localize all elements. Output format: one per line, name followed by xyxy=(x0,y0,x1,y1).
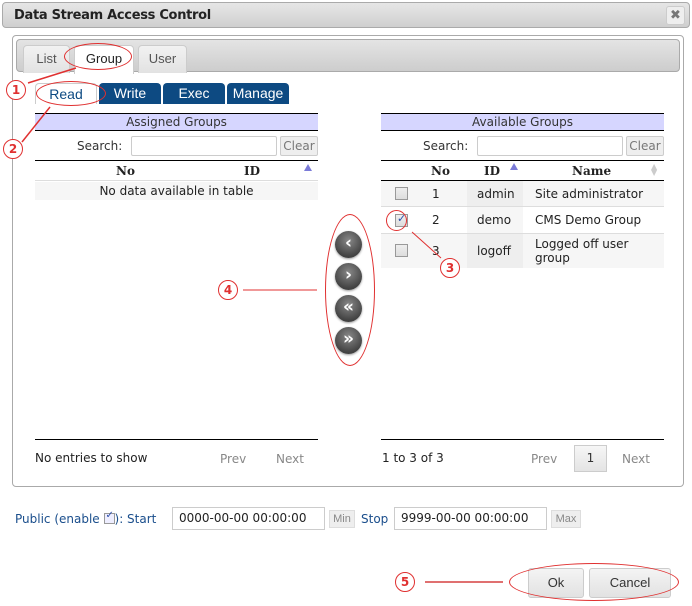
public-label-prefix: Public (enable xyxy=(15,512,100,526)
available-next-button[interactable]: Next xyxy=(622,452,650,466)
stop-datetime-input[interactable]: 9999-00-00 00:00:00 xyxy=(394,507,547,530)
divider xyxy=(35,180,318,181)
available-footer-info: 1 to 3 of 3 xyxy=(382,451,444,465)
divider xyxy=(35,160,318,161)
sort-asc-icon xyxy=(304,164,312,171)
assigned-clear-button[interactable]: Clear xyxy=(280,136,318,156)
row-name: Site administrator xyxy=(535,187,644,201)
available-clear-button[interactable]: Clear xyxy=(626,136,664,156)
available-prev-button[interactable]: Prev xyxy=(531,452,557,466)
table-row[interactable]: 1 admin Site administrator xyxy=(381,181,664,207)
available-search-input[interactable] xyxy=(477,136,623,156)
subtab-manage[interactable]: Manage xyxy=(227,83,289,104)
annotation-ellipse-group xyxy=(64,43,132,70)
row-name: Logged off user group xyxy=(535,237,629,265)
row-id: demo xyxy=(477,213,512,227)
public-enable-checkbox[interactable] xyxy=(103,510,115,524)
annotation-badge-2: 2 xyxy=(3,139,23,159)
assigned-search-input[interactable] xyxy=(131,136,277,156)
row-checkbox[interactable] xyxy=(395,244,408,257)
table-row[interactable]: 2 demo CMS Demo Group xyxy=(381,207,664,234)
available-col-no[interactable]: No xyxy=(431,164,450,178)
available-col-id[interactable]: ID xyxy=(484,164,500,178)
assigned-next-button[interactable]: Next xyxy=(276,452,304,466)
tab-user[interactable]: User xyxy=(138,45,187,73)
assigned-footer-info: No entries to show xyxy=(35,451,148,465)
close-icon: ✖ xyxy=(670,8,681,23)
assigned-search-label: Search: xyxy=(77,139,123,153)
start-datetime-input[interactable]: 0000-00-00 00:00:00 xyxy=(172,507,325,530)
stop-label: Stop xyxy=(361,512,389,526)
assigned-prev-button[interactable]: Prev xyxy=(220,452,246,466)
assigned-empty-message: No data available in table xyxy=(35,182,318,200)
annotation-ellipse-buttons xyxy=(509,563,679,601)
public-label-suffix: ): Start xyxy=(114,512,157,526)
row-id: admin xyxy=(477,187,515,201)
dialog-title: Data Stream Access Control xyxy=(14,8,211,23)
row-no: 3 xyxy=(432,244,440,258)
row-id: logoff xyxy=(477,244,511,258)
annotation-ellipse-read xyxy=(36,81,106,106)
tab-list[interactable]: List xyxy=(23,45,70,73)
annotation-ellipse-transfer xyxy=(325,214,375,366)
dialog-titlebar: Data Stream Access Control ✖ xyxy=(2,2,690,28)
sort-both-icon: ▲ ▼ xyxy=(651,162,658,177)
annotation-circle-checkbox xyxy=(386,210,407,231)
close-button[interactable]: ✖ xyxy=(666,6,685,25)
annotation-badge-4: 4 xyxy=(218,280,238,300)
annotation-badge-5: 5 xyxy=(395,572,415,592)
divider xyxy=(35,439,318,440)
divider xyxy=(381,160,664,161)
table-row[interactable]: 3 logoff Logged off user group xyxy=(381,234,664,268)
sort-asc-icon xyxy=(510,163,518,170)
subtab-write[interactable]: Write xyxy=(99,83,161,104)
annotation-badge-1: 1 xyxy=(6,80,26,100)
row-no: 1 xyxy=(432,187,440,201)
page-1-button[interactable]: 1 xyxy=(574,445,607,472)
assigned-col-id[interactable]: ID xyxy=(244,164,260,178)
public-label: Public (enable ): Start xyxy=(15,510,157,526)
min-button[interactable]: Min xyxy=(329,510,355,528)
assigned-groups-heading: Assigned Groups xyxy=(35,113,318,131)
available-search-label: Search: xyxy=(423,139,469,153)
row-no: 2 xyxy=(432,213,440,227)
annotation-badge-3: 3 xyxy=(440,258,460,278)
available-col-name[interactable]: Name xyxy=(572,164,611,178)
max-button[interactable]: Max xyxy=(551,510,581,528)
divider xyxy=(381,439,664,440)
row-checkbox[interactable] xyxy=(395,187,408,200)
assigned-col-no[interactable]: No xyxy=(116,164,135,178)
subtab-exec[interactable]: Exec xyxy=(163,83,225,104)
row-name: CMS Demo Group xyxy=(535,213,642,227)
available-groups-heading: Available Groups xyxy=(381,113,664,131)
